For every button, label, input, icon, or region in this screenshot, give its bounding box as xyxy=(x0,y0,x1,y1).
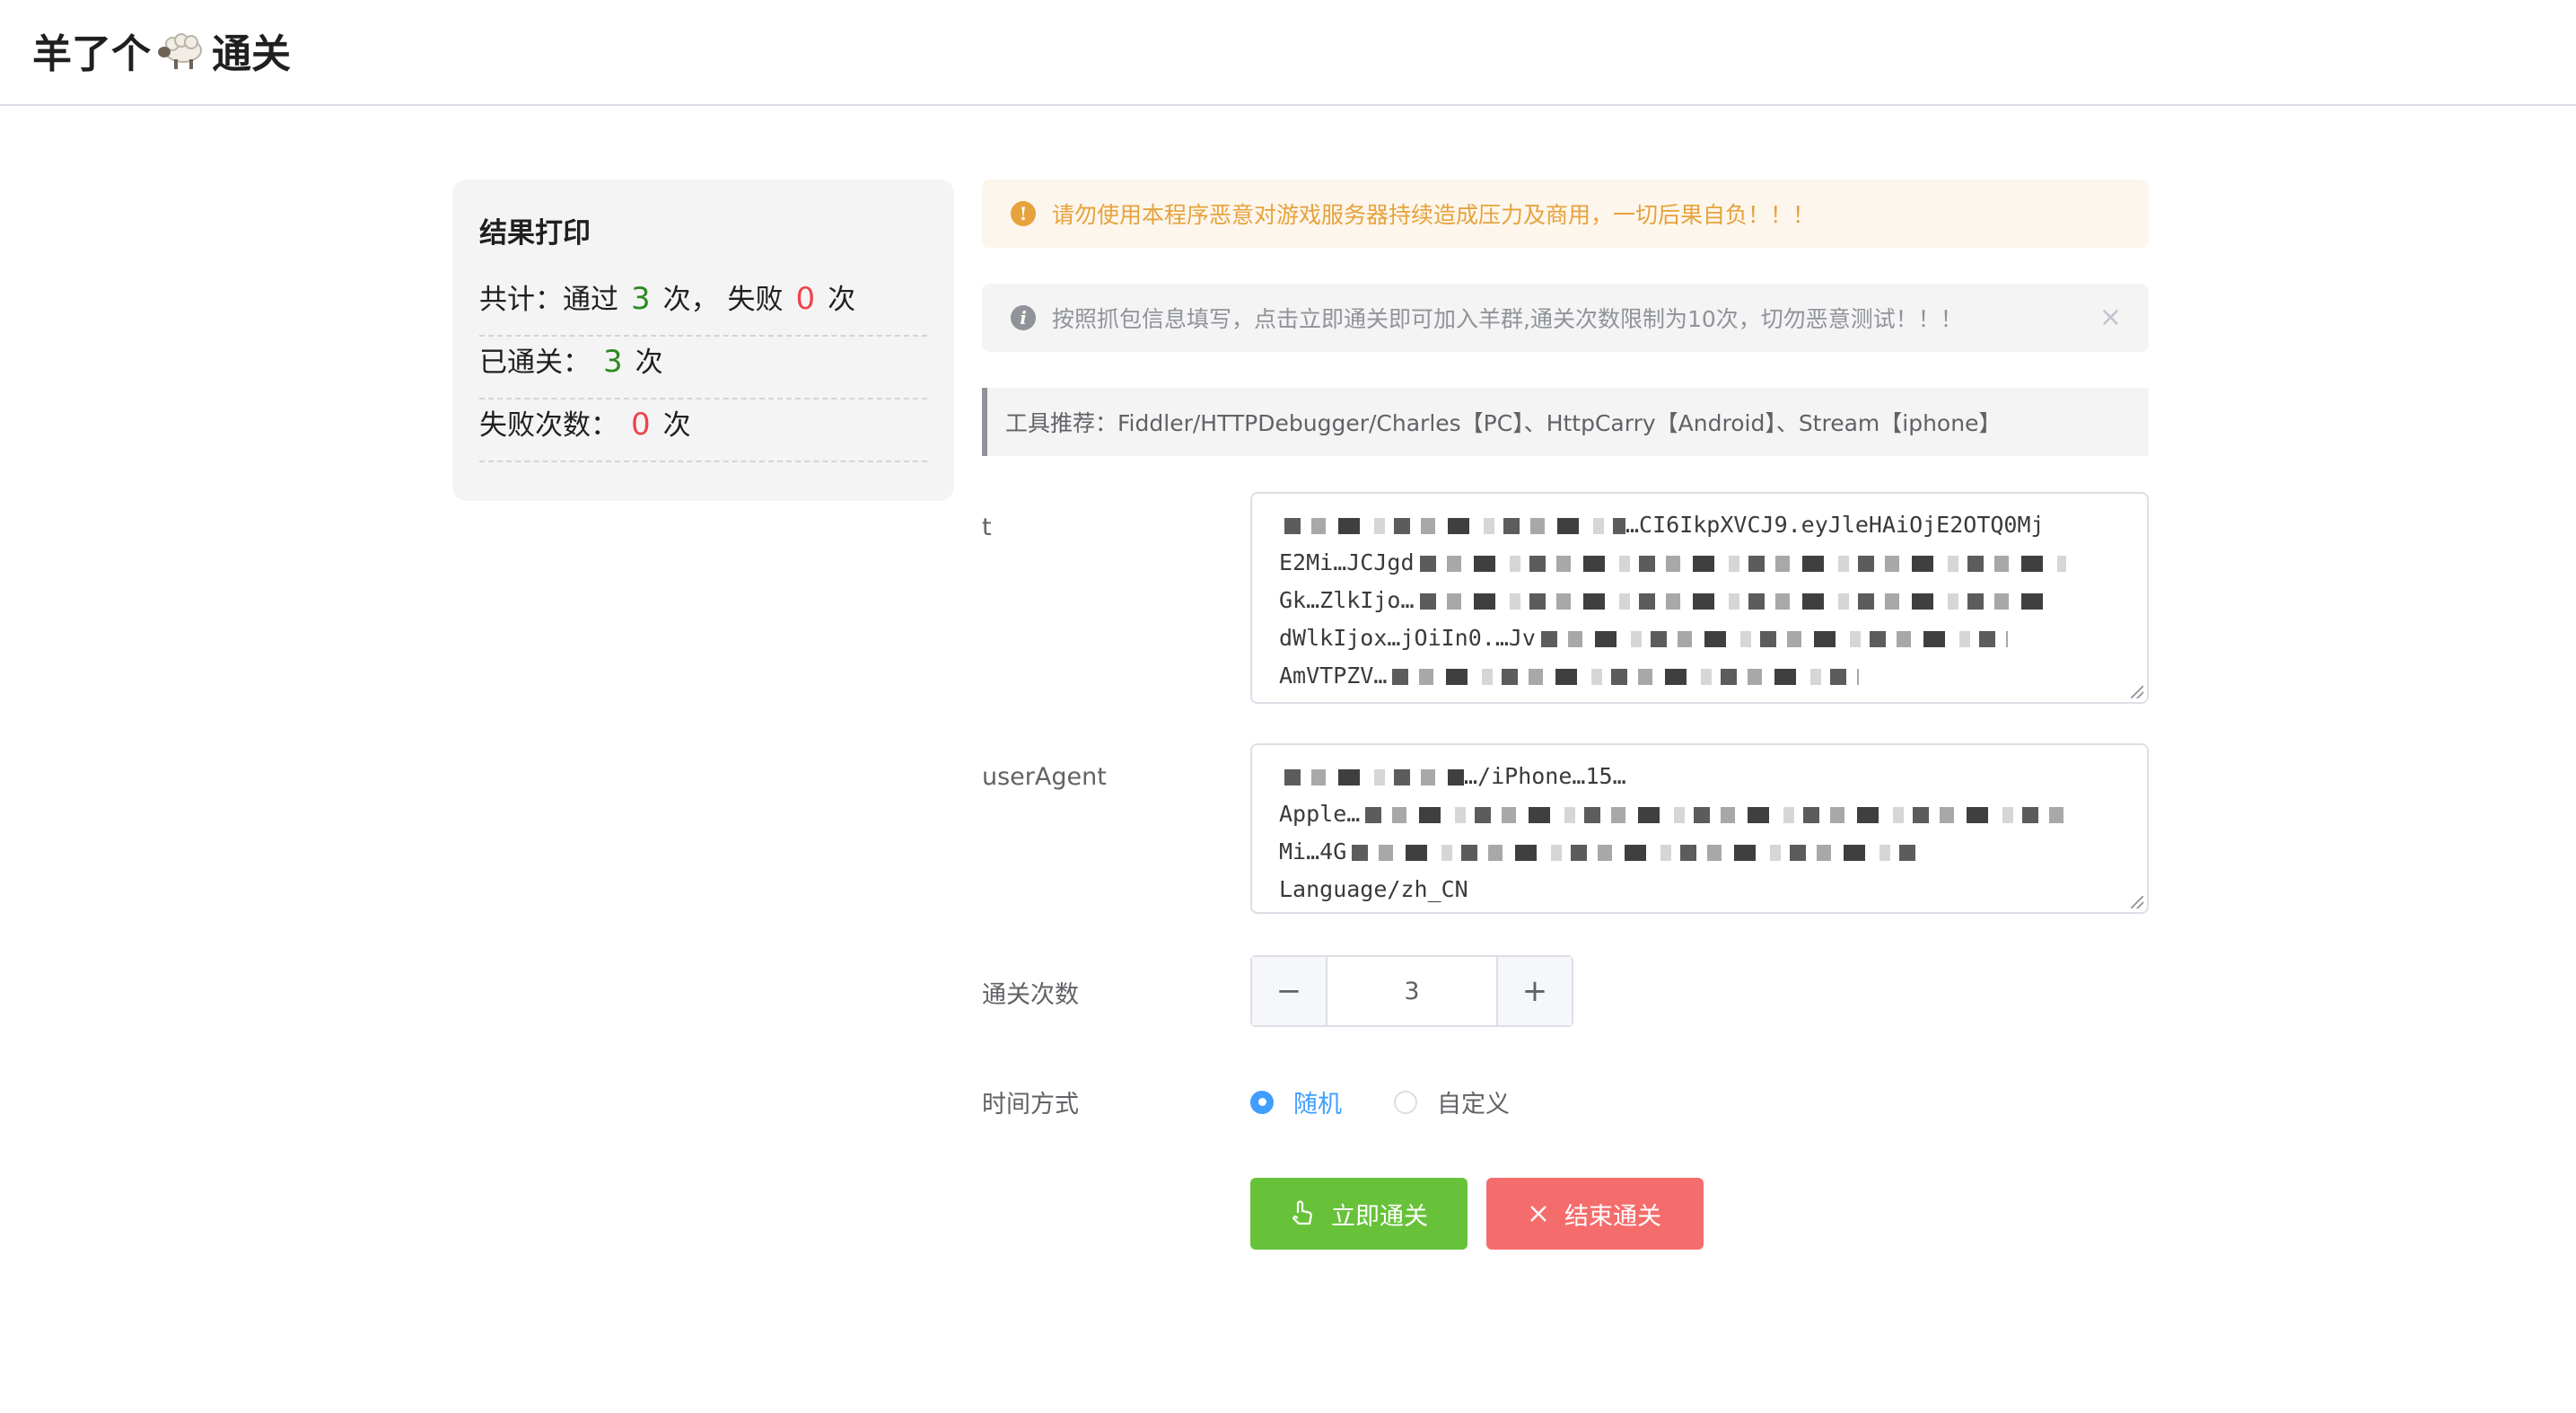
radio-unchecked-icon[interactable] xyxy=(1394,1090,1417,1114)
resize-handle-icon[interactable] xyxy=(2131,686,2143,698)
user-agent-textarea[interactable]: …/iPhone…15… Apple… Mi…4G Language/zh_CN xyxy=(1250,743,2149,914)
summary-passed-count: 3 xyxy=(631,281,651,317)
token-line-3: Gk…ZlkIjo… xyxy=(1279,587,1415,613)
summary-unit: 次 xyxy=(828,284,856,316)
close-icon[interactable]: × xyxy=(2099,302,2122,333)
token-label: t xyxy=(982,513,992,541)
failed-unit: 次 xyxy=(662,409,691,442)
warning-text: 请勿使用本程序恶意对游戏服务器持续造成压力及商用，一切后果自负！！！ xyxy=(1052,202,1816,228)
ua-line-2: Apple… xyxy=(1279,801,1361,827)
redacted-block xyxy=(1284,518,1625,534)
radio-custom-label[interactable]: 自定义 xyxy=(1437,1084,1510,1119)
passed-count: 3 xyxy=(603,344,623,380)
stop-clear-button[interactable]: 结束通关 xyxy=(1486,1178,1704,1250)
increase-button[interactable]: + xyxy=(1496,957,1572,1025)
decrease-button[interactable]: − xyxy=(1252,957,1327,1025)
header-bar: 羊了个 通关 xyxy=(0,0,2576,106)
info-icon: i xyxy=(1011,305,1036,330)
sheep-icon xyxy=(156,27,206,74)
failed-row: 失败次数： 0 次 xyxy=(479,399,927,462)
passed-label: 已通关： xyxy=(479,347,591,379)
redacted-block xyxy=(1392,669,1860,685)
ua-line-4: Language/zh_CN xyxy=(1279,876,1468,902)
ua-line-3: Mi…4G xyxy=(1279,838,1347,864)
count-label: 通关次数 xyxy=(982,981,1079,1009)
info-alert: i 按照抓包信息填写，点击立即通关即可加入羊群,通关次数限制为10次，切勿恶意测… xyxy=(982,284,2149,352)
token-line-5: AmVTPZV… xyxy=(1279,663,1388,689)
redacted-block xyxy=(1419,556,2066,572)
result-panel: 结果打印 共计：通过 3 次， 失败 0 次 已通关： 3 次 失败次数： 0 次 xyxy=(452,180,954,501)
minus-icon: − xyxy=(1275,973,1302,1009)
token-line-4: dWlkIjox…jOiIn0.…Jv xyxy=(1279,625,1536,651)
count-input[interactable]: 3 xyxy=(1327,957,1496,1025)
summary-prefix: 共计：通过 xyxy=(479,284,618,316)
tools-tip: 工具推荐：Fiddler/HTTPDebugger/Charles【PC】、Ht… xyxy=(982,388,2149,456)
resize-handle-icon[interactable] xyxy=(2131,896,2143,908)
stop-clear-label: 结束通关 xyxy=(1564,1202,1661,1231)
redacted-block xyxy=(1365,807,2066,823)
passed-unit: 次 xyxy=(635,347,663,379)
token-textarea[interactable]: …CI6IkpXVCJ9.eyJleHAiOjE2OTQ0Mj E2Mi…JCJ… xyxy=(1250,492,2149,704)
time-mode-label: 时间方式 xyxy=(982,1091,1079,1119)
user-agent-label: userAgent xyxy=(982,763,1107,791)
result-panel-title: 结果打印 xyxy=(479,217,591,250)
redacted-block xyxy=(1352,845,1927,861)
failed-label: 失败次数： xyxy=(479,409,618,442)
app-title: 羊了个 通关 xyxy=(32,22,291,79)
token-line-1: …CI6IkpXVCJ9.eyJleHAiOjE2OTQ0Mj xyxy=(1625,512,2045,538)
app-title-prefix: 羊了个 xyxy=(32,31,151,77)
radio-custom[interactable]: 自定义 xyxy=(1394,1084,1510,1119)
redacted-block xyxy=(1419,593,2048,610)
tools-text: 工具推荐：Fiddler/HTTPDebugger/Charles【PC】、Ht… xyxy=(1005,410,2002,436)
token-line-2: E2Mi…JCJgd xyxy=(1279,549,1415,575)
redacted-block xyxy=(1284,769,1464,785)
passed-row: 已通关： 3 次 xyxy=(479,337,927,399)
count-stepper: − 3 + xyxy=(1250,955,1573,1027)
warning-alert: ! 请勿使用本程序恶意对游戏服务器持续造成压力及商用，一切后果自负！！！ xyxy=(982,180,2149,248)
app-title-suffix: 通关 xyxy=(212,31,291,77)
start-clear-button[interactable]: 立即通关 xyxy=(1250,1178,1468,1250)
summary-row: 共计：通过 3 次， 失败 0 次 xyxy=(479,274,927,337)
plus-icon: + xyxy=(1521,973,1548,1009)
summary-failed-count: 0 xyxy=(795,281,816,317)
ua-line-1: …/iPhone…15… xyxy=(1464,763,1626,789)
radio-random[interactable]: 随机 xyxy=(1250,1084,1342,1119)
time-mode-radio-group: 随机 自定义 xyxy=(1250,1084,1562,1119)
summary-mid: 次， 失败 xyxy=(662,284,784,316)
radio-checked-icon[interactable] xyxy=(1250,1090,1274,1114)
close-x-icon xyxy=(1529,1204,1548,1224)
failed-count: 0 xyxy=(631,407,651,443)
start-clear-label: 立即通关 xyxy=(1331,1202,1428,1231)
info-text: 按照抓包信息填写，点击立即通关即可加入羊群,通关次数限制为10次，切勿恶意测试！… xyxy=(1052,306,1963,332)
redacted-block xyxy=(1540,631,2008,647)
warning-icon: ! xyxy=(1011,201,1036,226)
pointer-hand-icon xyxy=(1290,1200,1315,1227)
radio-random-label[interactable]: 随机 xyxy=(1293,1084,1342,1119)
